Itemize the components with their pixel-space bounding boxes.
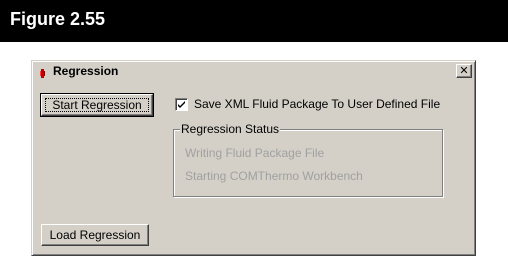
status-line-2: Starting COMThermo Workbench bbox=[185, 169, 363, 183]
close-icon: ✕ bbox=[459, 64, 469, 77]
status-line-1: Writing Fluid Package File bbox=[185, 146, 325, 160]
focus-indicator bbox=[45, 98, 149, 112]
start-regression-button[interactable]: Start Regression bbox=[40, 93, 154, 117]
save-xml-checkbox[interactable] bbox=[175, 98, 188, 111]
save-xml-checkbox-label: Save XML Fluid Package To User Defined F… bbox=[194, 97, 441, 111]
regression-status-title: Regression Status bbox=[180, 122, 281, 136]
title-bar[interactable]: Regression ✕ bbox=[34, 63, 473, 80]
regression-status-group: Regression Status Writing Fluid Package … bbox=[173, 122, 443, 197]
figure-label: Figure 2.55 bbox=[0, 0, 508, 42]
dialog-title: Regression bbox=[53, 64, 119, 78]
load-regression-button[interactable]: Load Regression bbox=[41, 224, 149, 246]
close-button[interactable]: ✕ bbox=[456, 64, 472, 78]
check-icon bbox=[178, 101, 185, 108]
app-icon bbox=[37, 66, 48, 78]
regression-dialog: Regression ✕ Start Regression Save XML F… bbox=[31, 60, 476, 256]
load-regression-label: Load Regression bbox=[49, 228, 141, 242]
